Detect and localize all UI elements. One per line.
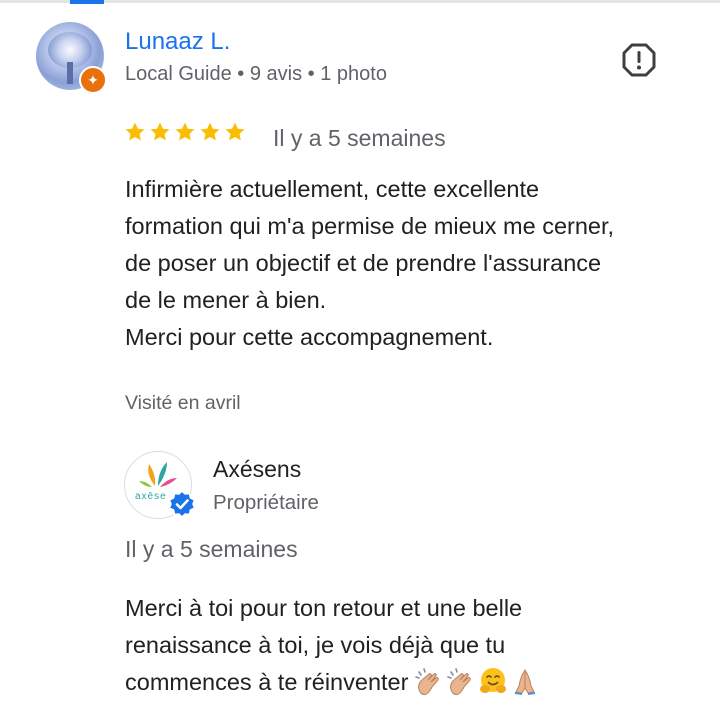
response-time: Il y a 5 semaines (125, 536, 298, 562)
star-icon (150, 122, 170, 141)
owner-role: Propriétaire (213, 491, 319, 514)
star-rating (124, 121, 246, 143)
folded-hands-icon (515, 669, 536, 695)
review-time: Il y a 5 semaines (273, 125, 446, 151)
star-icon (225, 122, 245, 141)
owner-logo-text: axēse (135, 491, 167, 502)
reviewer-name[interactable]: Lunaaz L. (125, 28, 230, 56)
owner-response-text: Merci à toi pour ton retour et une belle… (125, 590, 705, 701)
report-review-icon[interactable] (621, 42, 657, 78)
hugging-face-icon (480, 668, 507, 693)
local-guide-star-icon: ✦ (79, 66, 107, 94)
star-icon (175, 122, 195, 141)
owner-name: Axésens (213, 456, 302, 482)
star-icon (125, 122, 145, 141)
top-divider (0, 0, 720, 3)
tab-indicator (70, 0, 104, 4)
response-emojis (414, 666, 540, 696)
clapping-hands-icon (415, 668, 440, 696)
verified-check-icon (168, 490, 196, 518)
star-icon (200, 122, 220, 141)
clapping-hands-icon (447, 668, 472, 696)
avatar-tree-trunk (67, 62, 73, 84)
visited-date: Visité en avril (125, 392, 241, 414)
reviewer-meta: Local Guide • 9 avis • 1 photo (125, 63, 387, 85)
review-text: Infirmière actuellement, cette excellent… (125, 176, 615, 350)
